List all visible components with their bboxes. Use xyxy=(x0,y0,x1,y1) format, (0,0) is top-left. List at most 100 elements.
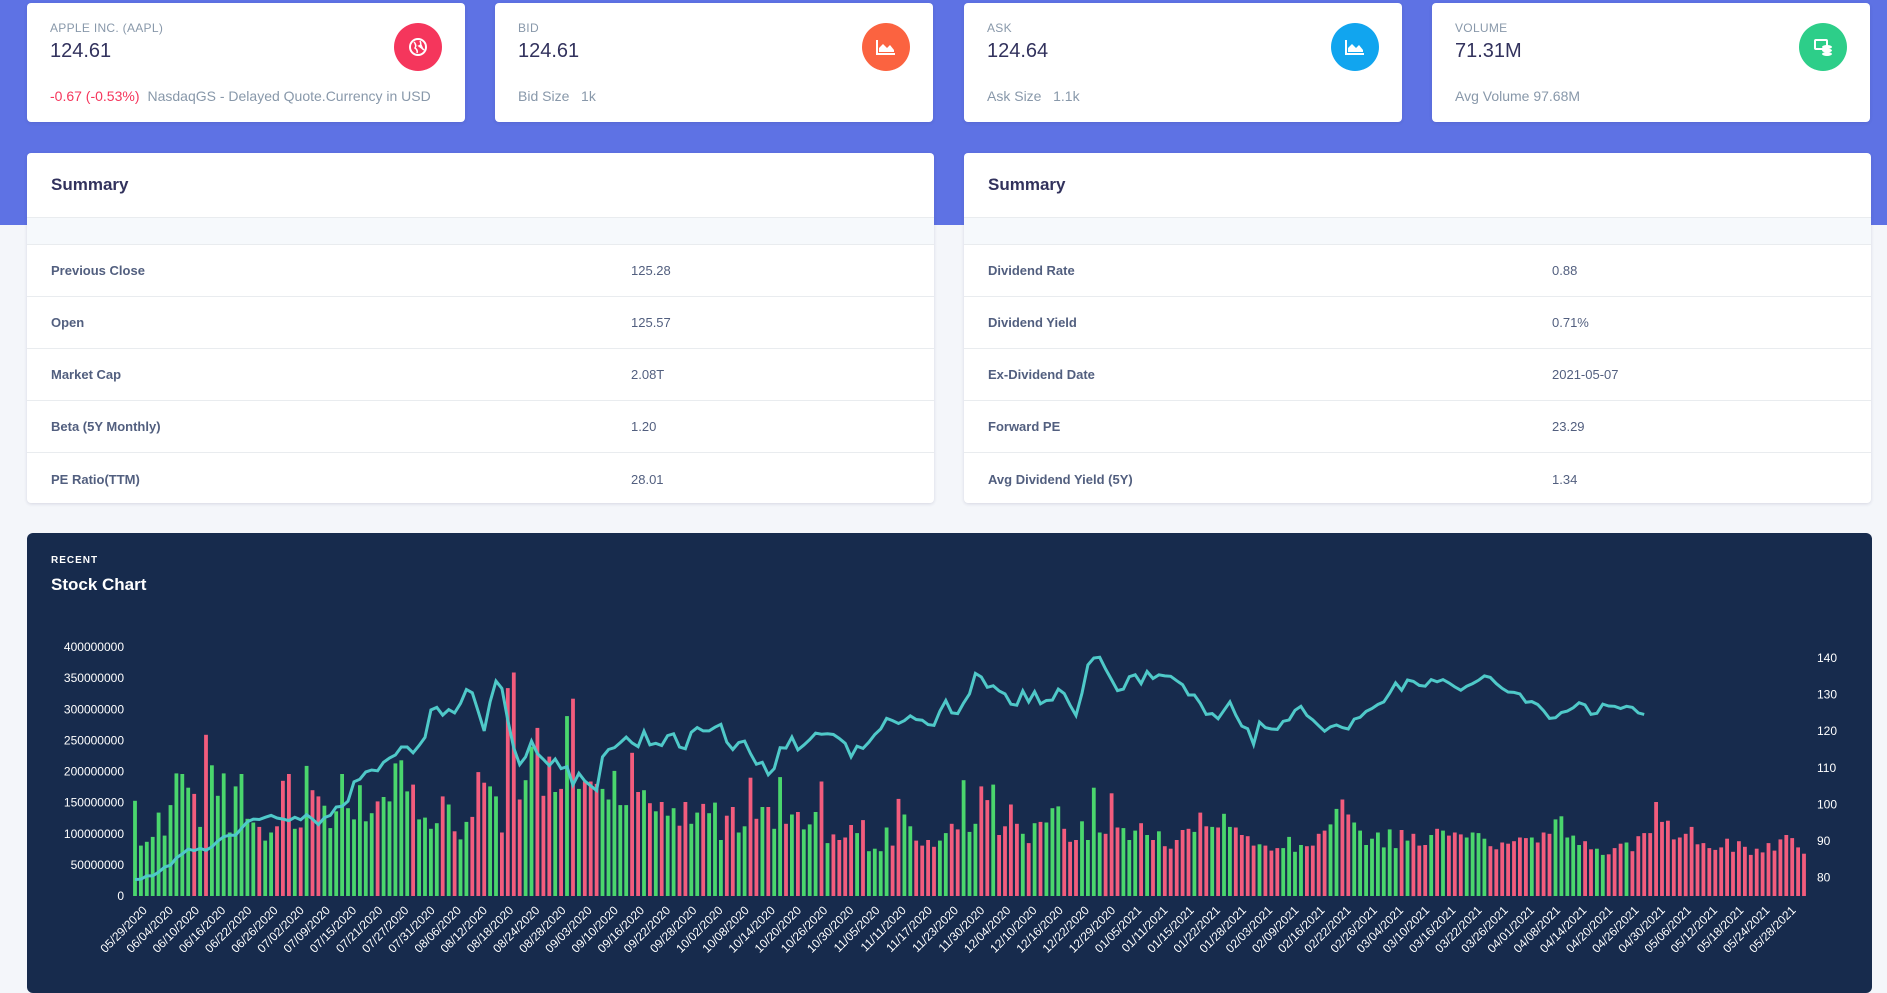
volume-bar xyxy=(1192,831,1197,896)
volume-bar xyxy=(541,795,546,896)
volume-bar xyxy=(878,851,883,896)
price-change: -0.67 (-0.53%) xyxy=(50,88,140,104)
volume-bar xyxy=(985,800,990,896)
summary-row: Market Cap 2.08T xyxy=(27,349,934,401)
area-chart-icon xyxy=(1331,23,1379,71)
volume-bar xyxy=(837,840,842,896)
stat-title: BID xyxy=(518,21,539,35)
volume-bar xyxy=(458,839,463,896)
summary-value: 28.01 xyxy=(631,471,664,487)
volume-bar xyxy=(1784,835,1789,896)
volume-bar xyxy=(547,756,552,896)
volume-bar xyxy=(1381,847,1386,896)
volume-bar xyxy=(1760,852,1765,896)
volume-bar xyxy=(1707,848,1712,896)
volume-bar xyxy=(328,828,333,896)
volume-bar xyxy=(417,819,421,896)
volume-bar xyxy=(1139,823,1143,896)
volume-bar xyxy=(186,787,191,896)
volume-bar xyxy=(1494,849,1499,896)
volume-bar xyxy=(1731,851,1735,896)
volume-bar xyxy=(1790,838,1795,896)
volume-bar xyxy=(594,783,599,896)
volume-bar xyxy=(1429,835,1434,896)
y2-axis-tick-label: 90 xyxy=(1817,834,1831,848)
volume-bar xyxy=(571,698,575,896)
y-axis-tick-label: 200000000 xyxy=(64,765,124,779)
volume-bar xyxy=(245,818,250,896)
volume-bar xyxy=(168,805,173,896)
volume-bar xyxy=(1293,851,1297,896)
volume-bar xyxy=(476,772,481,896)
volume-bar xyxy=(1612,848,1617,896)
volume-bar xyxy=(405,791,410,896)
summary-row: Previous Close 125.28 xyxy=(27,245,934,297)
volume-bar xyxy=(340,774,344,896)
volume-bar xyxy=(257,826,262,896)
volume-bar xyxy=(529,746,534,896)
y2-axis-tick-label: 80 xyxy=(1817,871,1831,885)
volume-bar xyxy=(825,843,830,896)
volume-bar xyxy=(287,774,291,896)
volume-bar xyxy=(588,781,593,896)
volume-bar xyxy=(1435,828,1439,896)
volume-bar xyxy=(719,840,723,896)
volume-bar xyxy=(1417,845,1422,896)
y2-axis-tick-label: 120 xyxy=(1817,724,1837,738)
volume-bar xyxy=(464,821,469,896)
volume-bar xyxy=(393,763,398,896)
volume-bar xyxy=(1103,833,1108,897)
volume-bar xyxy=(281,780,285,896)
volume-bar xyxy=(251,822,256,896)
summary-row: Ex-Dividend Date 2021-05-07 xyxy=(964,349,1871,401)
volume-bar xyxy=(429,828,433,896)
volume-bar xyxy=(1464,837,1469,896)
volume-bar xyxy=(1683,833,1688,897)
stat-value: 71.31M xyxy=(1455,40,1522,62)
volume-bar xyxy=(488,786,492,896)
volume-bar xyxy=(423,817,427,896)
volume-bar xyxy=(932,846,936,896)
volume-bar xyxy=(813,812,818,896)
volume-bar xyxy=(1003,826,1007,896)
volume-bar xyxy=(1387,829,1392,896)
volume-bar xyxy=(482,782,487,896)
volume-bar xyxy=(334,811,339,896)
summary-label: Dividend Rate xyxy=(988,263,1075,278)
volume-bar xyxy=(1506,843,1510,896)
volume-bar xyxy=(861,820,865,896)
volume-bar xyxy=(1127,840,1132,896)
summary-value: 2021-05-07 xyxy=(1552,367,1619,382)
volume-bar xyxy=(1743,846,1747,896)
summary-label: Dividend Yield xyxy=(988,315,1077,330)
volume-bar xyxy=(399,760,404,896)
volume-bar xyxy=(1115,827,1120,896)
summary-card-left: Summary Previous Close 125.28 Open 125.57 Ma… xyxy=(27,153,934,503)
volume-bar xyxy=(1376,832,1380,896)
volume-bar xyxy=(914,840,919,896)
summary-value: 23.29 xyxy=(1552,419,1585,434)
stock-chart[interactable]: 400000000 350000000 300000000 250000000 2000… xyxy=(27,533,1872,978)
volume-bar xyxy=(1559,816,1564,896)
volume-bar xyxy=(1151,840,1155,896)
volume-bar xyxy=(1275,848,1280,896)
volume-bar xyxy=(1026,843,1031,896)
volume-bar xyxy=(1009,804,1013,896)
volume-bar xyxy=(748,777,753,896)
stat-card-volume: VOLUME 71.31M Avg Volume 97.68M xyxy=(1432,3,1870,122)
volume-bar xyxy=(949,823,954,896)
volume-bar xyxy=(352,819,356,896)
volume-bar xyxy=(896,798,901,896)
volume-bar xyxy=(1524,838,1528,896)
volume-bar xyxy=(1032,823,1037,896)
y-axis-tick-label: 50000000 xyxy=(71,858,125,872)
volume-bar xyxy=(494,796,498,896)
volume-bar xyxy=(1287,836,1291,896)
volume-bar xyxy=(1340,799,1345,896)
volume-bar xyxy=(227,832,232,896)
volume-bar xyxy=(523,780,528,896)
summary-title: Summary xyxy=(964,153,1871,218)
volume-bar xyxy=(1405,840,1410,896)
summary-card-right: Summary Dividend Rate 0.88 Dividend Yield 0… xyxy=(964,153,1871,503)
volume-bar xyxy=(1713,849,1718,896)
